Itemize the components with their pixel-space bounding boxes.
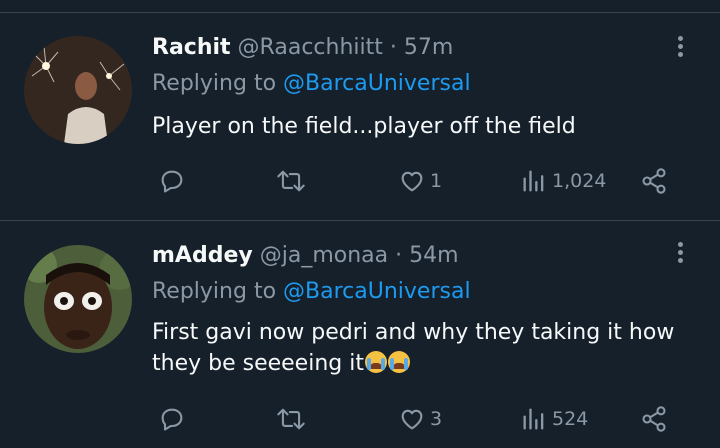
separator: · bbox=[389, 35, 397, 60]
more-icon[interactable] bbox=[670, 239, 690, 267]
display-name[interactable]: Rachit bbox=[152, 35, 231, 60]
like-icon bbox=[401, 171, 423, 192]
views-count: 524 bbox=[552, 408, 589, 430]
views-icon bbox=[523, 170, 544, 192]
share-button[interactable] bbox=[640, 167, 668, 195]
tweet-rachit[interactable]: Rachit @Raacchhiitt · 57m Replying to @B… bbox=[0, 13, 720, 220]
handle[interactable]: @Raacchhiitt bbox=[238, 35, 383, 60]
like-count: 1 bbox=[430, 170, 443, 192]
views-button[interactable]: 524 bbox=[520, 405, 588, 433]
timestamp[interactable]: 57m bbox=[404, 35, 453, 60]
avatar-image bbox=[24, 245, 132, 353]
replying-to-link[interactable]: @BarcaUniversal bbox=[283, 279, 471, 304]
reply-icon bbox=[161, 408, 183, 431]
replying-to: Replying to @BarcaUniversal bbox=[152, 71, 471, 96]
tweet-header: mAddey @ja_monaa · 54m bbox=[152, 243, 459, 268]
tweet-header: Rachit @Raacchhiitt · 57m bbox=[152, 35, 453, 60]
views-button[interactable]: 1,024 bbox=[520, 167, 606, 195]
like-button[interactable]: 3 bbox=[398, 405, 442, 433]
share-button[interactable] bbox=[640, 405, 668, 433]
tweet-text-line-2: they be seeeeing it bbox=[152, 348, 692, 379]
like-icon bbox=[401, 409, 423, 430]
reply-icon bbox=[161, 170, 183, 193]
retweet-button[interactable] bbox=[276, 405, 306, 433]
separator: · bbox=[395, 243, 403, 268]
display-name[interactable]: mAddey bbox=[152, 243, 253, 268]
share-icon bbox=[642, 406, 666, 432]
tweet-text-line-2-text: they be seeeeing it bbox=[152, 351, 364, 376]
share-icon bbox=[642, 168, 666, 194]
loudly-crying-face-icon bbox=[364, 351, 387, 373]
retweet-icon bbox=[277, 170, 305, 192]
like-button[interactable]: 1 bbox=[398, 167, 442, 195]
more-icon[interactable] bbox=[670, 33, 690, 61]
views-count: 1,024 bbox=[552, 170, 607, 192]
retweet-icon bbox=[277, 408, 305, 430]
reply-button[interactable] bbox=[158, 167, 186, 195]
handle[interactable]: @ja_monaa bbox=[260, 243, 388, 268]
avatar-image bbox=[24, 36, 132, 144]
like-count: 3 bbox=[430, 408, 443, 430]
replying-to-label: Replying to bbox=[152, 71, 277, 96]
tweet-text-line-1: First gavi now pedri and why they taking… bbox=[152, 320, 675, 345]
avatar[interactable] bbox=[24, 36, 132, 144]
loudly-crying-face-icon bbox=[387, 351, 410, 373]
views-icon bbox=[523, 408, 544, 430]
reply-button[interactable] bbox=[158, 405, 186, 433]
replying-to-link[interactable]: @BarcaUniversal bbox=[283, 71, 471, 96]
tweet-maddey[interactable]: mAddey @ja_monaa · 54m Replying to @Barc… bbox=[0, 221, 720, 448]
replying-to-label: Replying to bbox=[152, 279, 277, 304]
tweet-text: Player on the field...player off the fie… bbox=[152, 114, 576, 139]
timestamp[interactable]: 54m bbox=[409, 243, 458, 268]
avatar[interactable] bbox=[24, 245, 132, 353]
replying-to: Replying to @BarcaUniversal bbox=[152, 279, 471, 304]
tweet-text: First gavi now pedri and why they taking… bbox=[152, 317, 692, 379]
retweet-button[interactable] bbox=[276, 167, 306, 195]
